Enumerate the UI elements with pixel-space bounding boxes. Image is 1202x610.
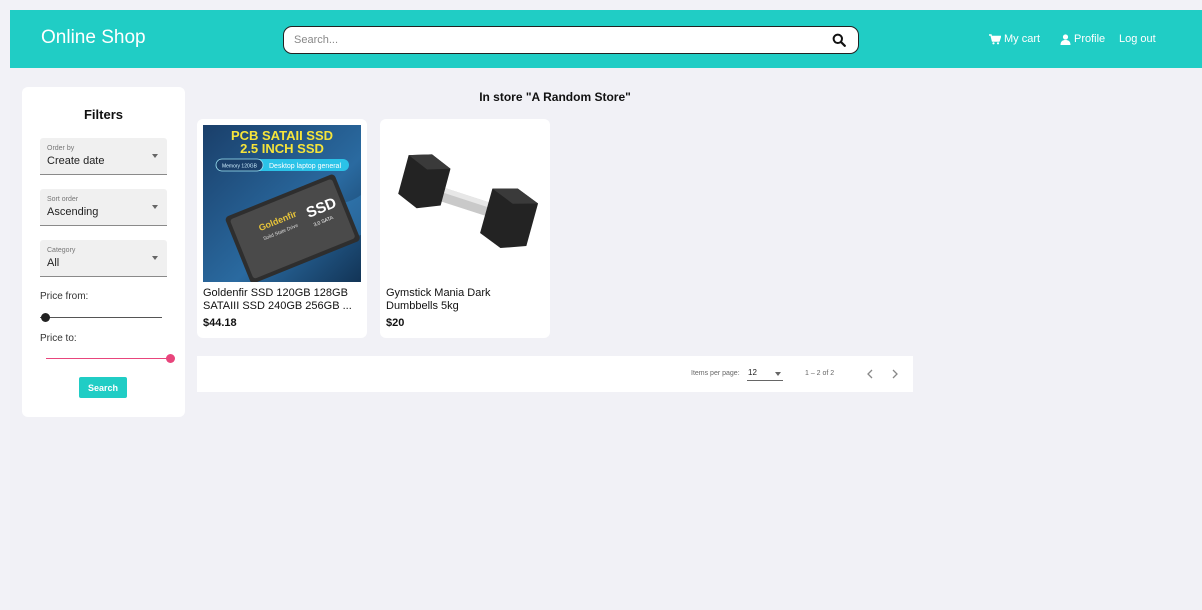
chevron-down-icon <box>152 154 158 158</box>
page-range-label: 1 – 2 of 2 <box>805 370 835 377</box>
product-price: $20 <box>386 317 405 329</box>
filter-search-button[interactable]: Search <box>79 377 127 398</box>
price-from-label: Price from: <box>40 291 89 302</box>
search-bar <box>283 26 859 54</box>
pagination-bar: Items per page: 12 1 – 2 of 2 <box>197 356 913 392</box>
cart-icon <box>989 33 1001 44</box>
category-select[interactable]: Category All <box>40 240 167 277</box>
chevron-left-icon[interactable] <box>863 367 877 381</box>
sort-order-select[interactable]: Sort order Ascending <box>40 189 167 226</box>
nav-my-cart[interactable]: My cart <box>989 33 1040 45</box>
order-by-select[interactable]: Order by Create date <box>40 138 167 175</box>
user-icon <box>1060 33 1071 45</box>
items-per-page-label: Items per page: <box>691 370 740 377</box>
product-image-ssd[interactable]: PCB SATAII SSD 2.5 INCH SSD Memory 120GB… <box>203 125 361 282</box>
slider-track <box>46 358 170 359</box>
ssd-headline-2: 2.5 INCH SSD <box>240 141 324 156</box>
slider-thumb[interactable] <box>41 313 50 322</box>
nav-logout-label: Log out <box>1119 33 1156 45</box>
product-image-dumbbell[interactable] <box>386 125 544 282</box>
store-title: In store "A Random Store" <box>479 90 631 104</box>
nav-my-cart-label: My cart <box>1004 33 1041 45</box>
category-label: Category <box>47 247 76 254</box>
product-name[interactable]: Gymstick Mania Dark Dumbbells 5kg <box>386 287 544 313</box>
product-card[interactable]: PCB SATAII SSD 2.5 INCH SSD Memory 120GB… <box>197 119 367 338</box>
items-per-page-select[interactable]: 12 <box>747 367 783 381</box>
slider-track <box>40 317 162 318</box>
ssd-tag: Desktop laptop general <box>269 163 341 170</box>
filters-title: Filters <box>83 107 123 122</box>
filters-panel: Filters Order by Create date Sort order … <box>22 87 185 417</box>
brand-logo[interactable]: Online Shop <box>41 27 146 49</box>
top-navbar: Online Shop My cart Profile <box>10 10 1202 68</box>
product-name[interactable]: Goldenfir SSD 120GB 128GB SATAIII SSD 24… <box>203 287 361 313</box>
category-value: All <box>47 257 60 269</box>
search-icon[interactable] <box>832 33 846 47</box>
product-card[interactable]: Gymstick Mania Dark Dumbbells 5kg $20 <box>380 119 550 338</box>
price-from-slider[interactable] <box>40 312 164 324</box>
nav-profile-label: Profile <box>1074 33 1106 45</box>
sort-order-value: Ascending <box>47 206 99 218</box>
sort-order-label: Sort order <box>47 196 79 203</box>
search-input[interactable] <box>294 31 814 49</box>
order-by-label: Order by <box>47 145 75 152</box>
chevron-down-icon <box>152 256 158 260</box>
order-by-value: Create date <box>47 155 105 167</box>
price-to-slider[interactable] <box>46 353 175 365</box>
product-price: $44.18 <box>203 317 237 329</box>
items-per-page-value: 12 <box>748 368 757 377</box>
chevron-down-icon <box>775 372 781 376</box>
ssd-memory-badge: Memory 120GB <box>222 164 258 170</box>
nav-profile[interactable]: Profile <box>1060 33 1105 45</box>
app-page: Online Shop My cart Profile <box>10 10 1202 610</box>
chevron-down-icon <box>152 205 158 209</box>
chevron-right-icon[interactable] <box>888 367 902 381</box>
slider-thumb[interactable] <box>166 354 175 363</box>
price-to-label: Price to: <box>40 333 77 344</box>
nav-logout[interactable]: Log out <box>1119 33 1156 45</box>
